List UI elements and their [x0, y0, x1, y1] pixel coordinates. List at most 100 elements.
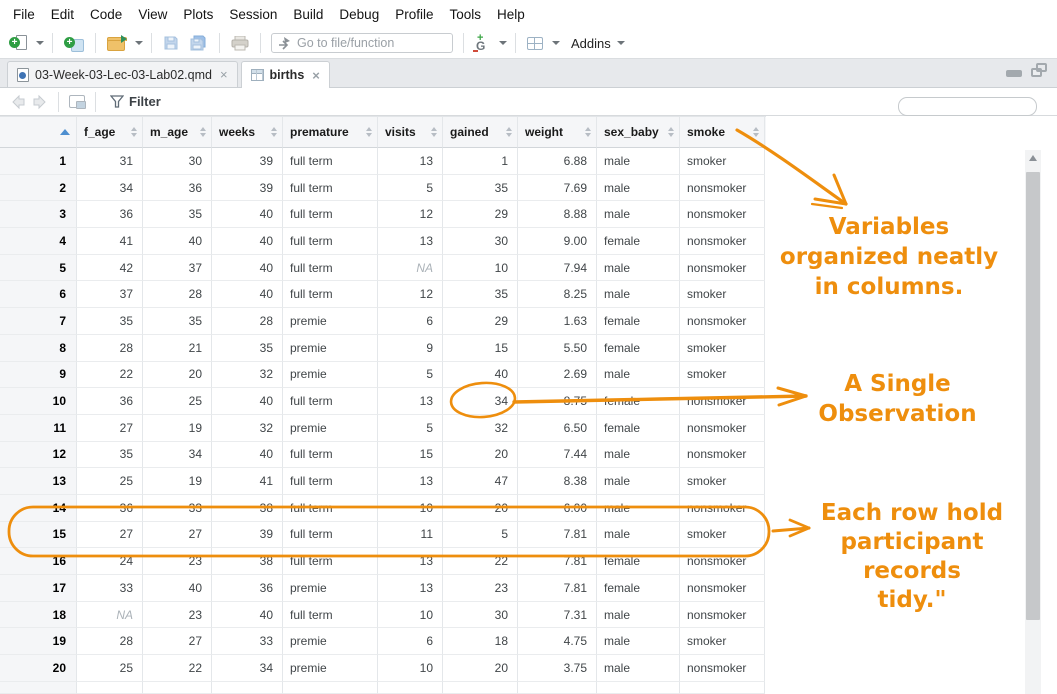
cell-sex_baby: female [597, 388, 680, 415]
row-annotation: Each row hold participant records tidy." [793, 499, 1031, 615]
scroll-up-button[interactable] [1025, 150, 1041, 166]
births-data-table: f_age m_age weeksprematurevisitsgained weig… [0, 116, 766, 694]
menu-edit[interactable]: Edit [43, 3, 82, 26]
column-header-smoke[interactable]: smoke [680, 117, 765, 148]
cell-gained: 30 [443, 228, 518, 255]
cell-gained: 20 [443, 495, 518, 522]
cell-gained: 35 [443, 175, 518, 202]
tab-births[interactable]: births × [241, 61, 330, 88]
open-in-window-icon[interactable] [69, 95, 85, 108]
goto-arrow-icon [278, 36, 291, 50]
row-number: 1 [0, 148, 77, 175]
goto-file-function-input[interactable] [297, 36, 437, 50]
filter-button[interactable]: Filter [106, 92, 165, 111]
column-header-premature[interactable]: premature [283, 117, 378, 148]
cell-visits: 10 [378, 495, 443, 522]
cell-f_age: 22 [77, 362, 143, 389]
menu-session[interactable]: Session [221, 3, 285, 26]
back-arrow-icon[interactable] [10, 94, 26, 110]
cell-visits: 13 [378, 228, 443, 255]
menu-code[interactable]: Code [82, 3, 130, 26]
menu-tools[interactable]: Tools [441, 3, 489, 26]
cell-m_age: 40 [143, 575, 212, 602]
row-number-header[interactable] [0, 117, 77, 148]
maximize-pane-icon[interactable] [1031, 63, 1047, 77]
column-header-label: smoke [687, 125, 725, 139]
cell-premature: full term [283, 201, 378, 228]
version-control-button[interactable]: +G [472, 32, 493, 55]
column-header-sex_baby[interactable]: sex_baby [597, 117, 680, 148]
save-all-button[interactable] [186, 33, 211, 54]
column-header-f_age[interactable]: f_age [77, 117, 143, 148]
cell-premature: full term [283, 255, 378, 282]
cell-premature: full term [283, 175, 378, 202]
open-file-button[interactable] [104, 34, 129, 53]
menu-plots[interactable]: Plots [175, 3, 221, 26]
cell-gained: 35 [443, 281, 518, 308]
panes-dropdown-icon[interactable] [552, 41, 560, 45]
row-number: 18 [0, 602, 77, 629]
save-icon [163, 35, 179, 51]
cell-empty [143, 682, 212, 694]
toolbar-separator [151, 33, 152, 53]
save-button[interactable] [160, 33, 182, 53]
menu-help[interactable]: Help [489, 3, 533, 26]
cell-gained: 47 [443, 468, 518, 495]
cell-visits: 11 [378, 522, 443, 549]
new-project-button[interactable]: + [61, 32, 87, 54]
column-header-gained[interactable]: gained [443, 117, 518, 148]
table-search-box[interactable] [898, 97, 1037, 116]
cell-sex_baby: male [597, 255, 680, 282]
cell-premature: full term [283, 495, 378, 522]
column-header-weight[interactable]: weight [518, 117, 597, 148]
cell-sex_baby: male [597, 362, 680, 389]
cell-premature: full term [283, 602, 378, 629]
column-header-visits[interactable]: visits [378, 117, 443, 148]
cell-weight: 7.94 [518, 255, 597, 282]
table-row: 5423740full termNA107.94malenonsmoker [0, 255, 766, 282]
cell-weight: 8.88 [518, 201, 597, 228]
menu-file[interactable]: File [5, 3, 43, 26]
cell-smoke: nonsmoker [680, 175, 765, 202]
tab-label: 03-Week-03-Lec-03-Lab02.qmd [35, 68, 212, 82]
cell-weight: 6.00 [518, 495, 597, 522]
menu-build[interactable]: Build [285, 3, 331, 26]
menu-debug[interactable]: Debug [331, 3, 387, 26]
cell-smoke: smoker [680, 628, 765, 655]
tab-qmd-file[interactable]: 03-Week-03-Lec-03-Lab02.qmd × [7, 61, 238, 87]
table-row: 20252234premie10203.75malenonsmoker [0, 655, 766, 682]
cell-f_age: 41 [77, 228, 143, 255]
sort-arrows-icon [431, 127, 437, 137]
goto-file-function-box[interactable] [271, 33, 453, 53]
print-button[interactable] [228, 34, 252, 53]
menu-view[interactable]: View [130, 3, 175, 26]
close-icon[interactable]: × [220, 67, 228, 82]
table-search-input[interactable] [905, 100, 1057, 114]
minimize-pane-icon[interactable] [1006, 70, 1022, 77]
forward-arrow-icon[interactable] [32, 94, 48, 110]
scrollbar-thumb[interactable] [1026, 172, 1040, 620]
cell-smoke: nonsmoker [680, 415, 765, 442]
column-header-m_age[interactable]: m_age [143, 117, 212, 148]
cell-weeks: 39 [212, 175, 283, 202]
cell-smoke: nonsmoker [680, 228, 765, 255]
table-row: 12353440full term15207.44malenonsmoker [0, 442, 766, 469]
cell-sex_baby: male [597, 201, 680, 228]
menu-profile[interactable]: Profile [387, 3, 441, 26]
sort-arrows-icon [200, 127, 206, 137]
cell-smoke: nonsmoker [680, 308, 765, 335]
vertical-scrollbar[interactable] [1025, 150, 1041, 694]
version-control-dropdown-icon[interactable] [499, 41, 507, 45]
open-recent-dropdown-icon[interactable] [135, 41, 143, 45]
cell-visits: 13 [378, 575, 443, 602]
close-icon[interactable]: × [312, 68, 320, 83]
column-header-weeks[interactable]: weeks [212, 117, 283, 148]
cell-gained: 29 [443, 201, 518, 228]
new-file-button[interactable]: + [6, 32, 30, 54]
new-file-dropdown-icon[interactable] [36, 41, 44, 45]
column-header-label: weight [525, 125, 563, 139]
cell-empty [283, 682, 378, 694]
column-header-label: m_age [150, 125, 188, 139]
workspace-panes-button[interactable] [524, 35, 546, 52]
addins-button[interactable]: Addins [564, 34, 628, 53]
